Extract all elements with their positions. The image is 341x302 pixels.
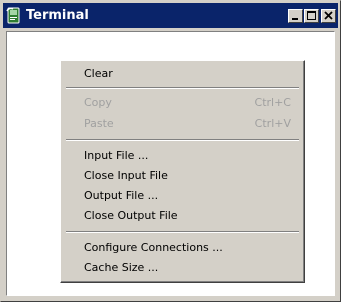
menu-item-output-file[interactable]: Output File ... <box>64 186 301 206</box>
title-bar[interactable]: Terminal <box>3 3 338 28</box>
menu-item-label: Clear <box>84 67 113 80</box>
menu-item-close-output-file[interactable]: Close Output File <box>64 206 301 226</box>
menu-item-label: Output File ... <box>84 189 159 202</box>
minimize-button[interactable] <box>288 9 303 23</box>
context-menu: Clear Copy Ctrl+C Paste Ctrl+V Input Fil… <box>60 60 305 283</box>
menu-item-label: Copy <box>84 96 112 109</box>
menu-item-paste[interactable]: Paste Ctrl+V <box>64 114 301 134</box>
menu-item-cache-size[interactable]: Cache Size ... <box>64 258 301 278</box>
maximize-icon <box>307 11 316 20</box>
menu-separator <box>66 231 299 233</box>
menu-item-label: Paste <box>84 117 114 130</box>
menu-item-clear[interactable]: Clear <box>64 64 301 84</box>
menu-item-shortcut: Ctrl+C <box>254 96 291 109</box>
menu-item-label: Input File ... <box>84 149 149 162</box>
menu-item-shortcut: Ctrl+V <box>254 117 291 130</box>
menu-item-label: Close Input File <box>84 169 168 182</box>
minimize-icon <box>292 18 298 20</box>
menu-item-label: Cache Size ... <box>84 261 159 274</box>
window-title: Terminal <box>26 8 89 23</box>
menu-item-label: Configure Connections ... <box>84 241 223 254</box>
terminal-app-icon[interactable] <box>6 7 22 24</box>
menu-item-copy[interactable]: Copy Ctrl+C <box>64 93 301 113</box>
menu-item-input-file[interactable]: Input File ... <box>64 146 301 166</box>
close-button[interactable] <box>321 9 336 23</box>
menu-item-configure-connections[interactable]: Configure Connections ... <box>64 238 301 258</box>
maximize-button[interactable] <box>304 9 319 23</box>
menu-item-close-input-file[interactable]: Close Input File <box>64 166 301 186</box>
menu-separator <box>66 87 299 89</box>
menu-item-label: Close Output File <box>84 209 178 222</box>
menu-separator <box>66 139 299 141</box>
close-icon <box>324 11 333 20</box>
terminal-window: Terminal Clear Copy Ctrl+C Paste Ctrl+V … <box>0 0 341 302</box>
